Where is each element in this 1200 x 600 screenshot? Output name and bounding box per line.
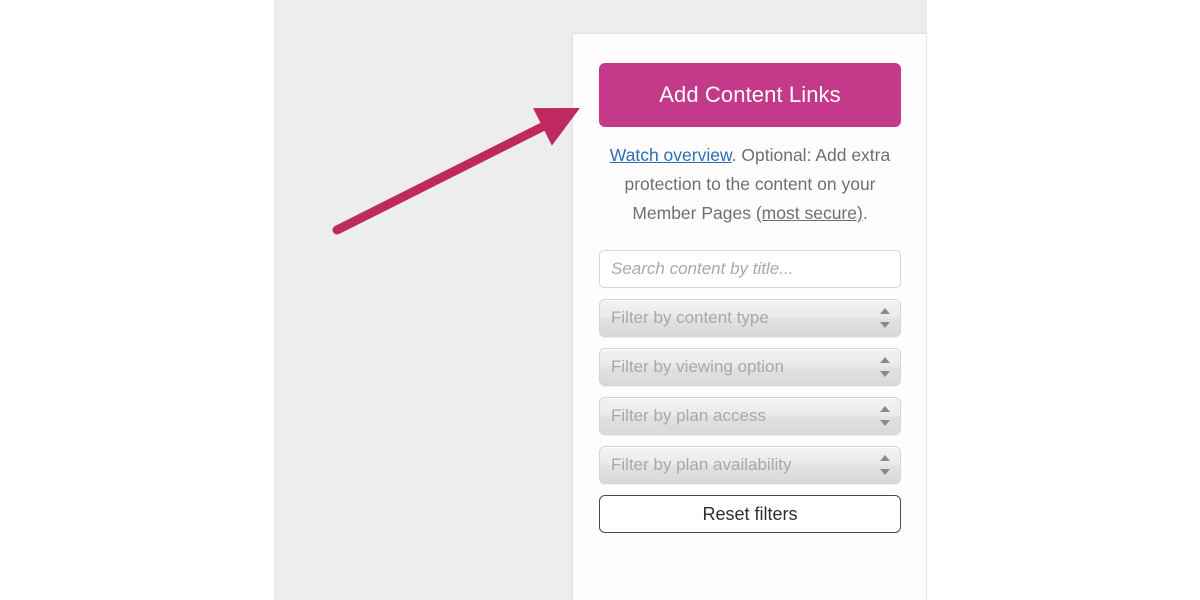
helper-description: Watch overview. Optional: Add extra prot… (599, 141, 901, 228)
reset-filters-button[interactable]: Reset filters (599, 495, 901, 533)
watch-overview-link[interactable]: Watch overview (610, 145, 732, 165)
screenshot-root: Add Content Links Watch overview. Option… (0, 0, 1200, 600)
viewing-option-filter-wrapper: Filter by viewing option (599, 348, 901, 386)
stepper-arrows-icon (880, 454, 891, 476)
most-secure-note[interactable]: (most secure) (756, 203, 863, 223)
search-input[interactable] (599, 250, 901, 288)
stepper-arrows-icon (880, 356, 891, 378)
search-field-wrapper (599, 250, 901, 288)
filter-plan-availability-select[interactable]: Filter by plan availability (599, 446, 901, 484)
content-type-filter-wrapper: Filter by content type (599, 299, 901, 337)
filter-plan-availability-label: Filter by plan availability (611, 455, 792, 474)
filters-panel: Filter by content type Filter by viewing… (599, 250, 901, 533)
plan-availability-filter-wrapper: Filter by plan availability (599, 446, 901, 484)
filter-viewing-option-select[interactable]: Filter by viewing option (599, 348, 901, 386)
sidebar-card-inner: Add Content Links Watch overview. Option… (573, 34, 926, 533)
stepper-arrows-icon (880, 405, 891, 427)
filter-viewing-option-label: Filter by viewing option (611, 357, 784, 376)
filter-content-type-label: Filter by content type (611, 308, 769, 327)
filter-content-type-select[interactable]: Filter by content type (599, 299, 901, 337)
filter-plan-access-select[interactable]: Filter by plan access (599, 397, 901, 435)
stepper-arrows-icon (880, 307, 891, 329)
plan-access-filter-wrapper: Filter by plan access (599, 397, 901, 435)
helper-text-period: . (862, 203, 868, 223)
add-content-links-button[interactable]: Add Content Links (599, 63, 901, 127)
filter-plan-access-label: Filter by plan access (611, 406, 766, 425)
content-links-sidebar-card: Add Content Links Watch overview. Option… (572, 33, 927, 600)
